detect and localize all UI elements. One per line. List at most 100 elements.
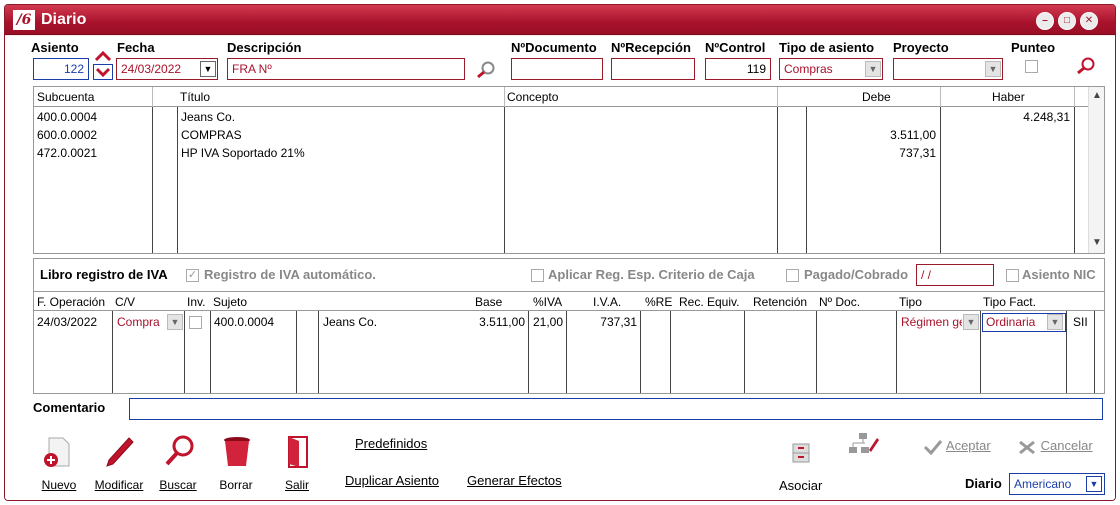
- aceptar-button[interactable]: Aceptar: [923, 438, 991, 455]
- col-inv: Inv.: [187, 295, 206, 309]
- chevron-down-icon[interactable]: ▼: [865, 61, 881, 77]
- diario-window: /6 Diario – □ ✕ Asiento Fecha Descripció…: [4, 4, 1116, 501]
- registro-auto-checkbox[interactable]: ✓: [186, 269, 199, 282]
- chevron-down-icon[interactable]: ▼: [167, 314, 183, 330]
- col-tipo: Tipo: [899, 295, 922, 309]
- cell-subcuenta: 400.0.0004: [37, 110, 98, 124]
- comentario-field[interactable]: [129, 398, 1103, 420]
- scroll-up-icon[interactable]: ▲: [1092, 90, 1102, 101]
- ncontrol-label: NºControl: [705, 40, 766, 55]
- registro-auto-label: Registro de IVA automático.: [204, 267, 376, 282]
- table-row[interactable]: 400.0.0004 Jeans Co. 4.248,31: [34, 109, 1074, 127]
- search-icon[interactable]: [473, 60, 497, 80]
- proyecto-label: Proyecto: [893, 40, 949, 55]
- borrar-label: Borrar: [219, 478, 253, 492]
- col-haber: Haber: [992, 90, 1025, 104]
- calendar-dropdown-icon[interactable]: ▼: [200, 61, 216, 77]
- entries-grid: Subcuenta Título Concepto Debe Haber 400…: [33, 86, 1105, 254]
- col-piva: %IVA: [533, 295, 563, 309]
- cancelar-button[interactable]: Cancelar: [1017, 438, 1093, 455]
- new-document-icon[interactable]: [41, 434, 77, 470]
- cell-sujeto: 400.0.0004: [214, 315, 275, 329]
- cell-iva: 737,31: [600, 315, 637, 329]
- iva-header: F. Operación C/V Inv. Sujeto Base %IVA I…: [34, 291, 1104, 311]
- generar-efectos-button[interactable]: Generar Efectos: [467, 473, 562, 488]
- maximize-icon[interactable]: □: [1058, 12, 1076, 30]
- ncontrol-field[interactable]: 119: [705, 58, 771, 80]
- comentario-label: Comentario: [33, 400, 106, 415]
- col-ndoc: Nº Doc.: [819, 295, 861, 309]
- nrecepcion-field[interactable]: [611, 58, 695, 80]
- search-icon[interactable]: [161, 434, 197, 470]
- aplicar-checkbox[interactable]: [531, 269, 544, 282]
- cell-debe: 737,31: [899, 146, 936, 160]
- cell-base: 3.511,00: [479, 315, 525, 329]
- iva-section: Libro registro de IVA ✓ Registro de IVA …: [33, 258, 1105, 394]
- col-sujeto: Sujeto: [213, 295, 248, 309]
- chevron-up-icon[interactable]: [93, 50, 113, 62]
- cell-cv: Compra: [117, 315, 160, 329]
- inv-checkbox[interactable]: [189, 316, 202, 329]
- descripcion-label: Descripción: [227, 40, 302, 55]
- cancelar-label: Cancelar: [1040, 438, 1093, 453]
- asiento-label: Asiento: [31, 40, 79, 55]
- punteo-label: Punteo: [1011, 40, 1056, 55]
- col-base: Base: [475, 295, 503, 309]
- duplicar-asiento-button[interactable]: Duplicar Asiento: [345, 473, 439, 488]
- nuevo-label: Nuevo: [41, 478, 77, 492]
- punteo-checkbox[interactable]: [1025, 60, 1038, 73]
- chevron-down-icon[interactable]: ▼: [985, 61, 1001, 77]
- chevron-down-icon[interactable]: ▼: [1086, 476, 1102, 492]
- chevron-down-icon[interactable]: ▼: [1047, 314, 1063, 330]
- descripcion-field[interactable]: FRA Nº: [227, 58, 465, 80]
- table-row[interactable]: 24/03/2022 Compra ▼ 400.0.0004 Jeans Co.…: [34, 313, 1094, 333]
- checkmark-icon: [923, 439, 943, 455]
- modificar-button[interactable]: Modificar: [91, 478, 147, 492]
- pagado-date-field[interactable]: / /: [916, 264, 994, 286]
- col-titulo: Título: [180, 90, 211, 104]
- cell-subcuenta: 472.0.0021: [37, 146, 98, 160]
- col-rec: Rec. Equiv.: [679, 295, 740, 309]
- window-body: Asiento Fecha Descripción NºDocumento Nº…: [5, 36, 1115, 500]
- exit-door-icon[interactable]: [279, 434, 315, 470]
- fecha-label: Fecha: [117, 40, 155, 55]
- salir-button[interactable]: Salir: [275, 478, 319, 492]
- network-edit-icon[interactable]: [847, 432, 879, 456]
- cell-titulo: COMPRAS: [181, 128, 242, 142]
- minimize-icon[interactable]: –: [1036, 12, 1054, 30]
- col-subcuenta: Subcuenta: [37, 90, 95, 104]
- asiento-nic-checkbox[interactable]: [1006, 269, 1019, 282]
- buscar-button[interactable]: Buscar: [153, 478, 203, 492]
- borrar-button[interactable]: Borrar: [211, 478, 261, 492]
- asiento-field[interactable]: 122: [33, 58, 89, 80]
- ndocumento-field[interactable]: [511, 58, 603, 80]
- predefinidos-button[interactable]: Predefinidos: [355, 436, 427, 451]
- pencil-icon[interactable]: [101, 434, 137, 470]
- col-tipo-fact: Tipo Fact.: [983, 295, 1036, 309]
- nuevo-button[interactable]: Nuevo: [35, 478, 83, 492]
- archive-icon[interactable]: [791, 442, 811, 464]
- pagado-label: Pagado/Cobrado: [804, 267, 909, 282]
- trash-icon[interactable]: [219, 434, 255, 470]
- vertical-scrollbar[interactable]: ▲ ▼: [1088, 87, 1104, 253]
- pagado-checkbox[interactable]: [786, 269, 799, 282]
- cell-piva: 21,00: [532, 315, 563, 329]
- table-row[interactable]: 600.0.0002 COMPRAS 3.511,00: [34, 127, 1074, 145]
- cell-fecha: 24/03/2022: [37, 315, 98, 329]
- iva-title: Libro registro de IVA: [40, 267, 168, 282]
- chevron-down-icon: [95, 67, 111, 78]
- asiento-down-button[interactable]: [93, 64, 113, 80]
- buscar-label: Buscar: [159, 478, 197, 492]
- aceptar-label: Aceptar: [945, 438, 991, 453]
- cancel-x-icon: [1019, 440, 1035, 454]
- table-row[interactable]: 472.0.0021 HP IVA Soportado 21% 737,31: [34, 145, 1074, 163]
- asociar-button[interactable]: Asociar: [779, 478, 822, 493]
- chevron-down-icon[interactable]: ▼: [963, 314, 979, 330]
- scroll-down-icon[interactable]: ▼: [1092, 237, 1102, 248]
- nrecepcion-label: NºRecepción: [611, 40, 691, 55]
- search-icon[interactable]: [1073, 56, 1097, 76]
- close-icon[interactable]: ✕: [1080, 12, 1098, 30]
- cell-sii: SII: [1073, 315, 1088, 329]
- tipo-asiento-label: Tipo de asiento: [779, 40, 875, 55]
- salir-label: Salir: [284, 478, 309, 492]
